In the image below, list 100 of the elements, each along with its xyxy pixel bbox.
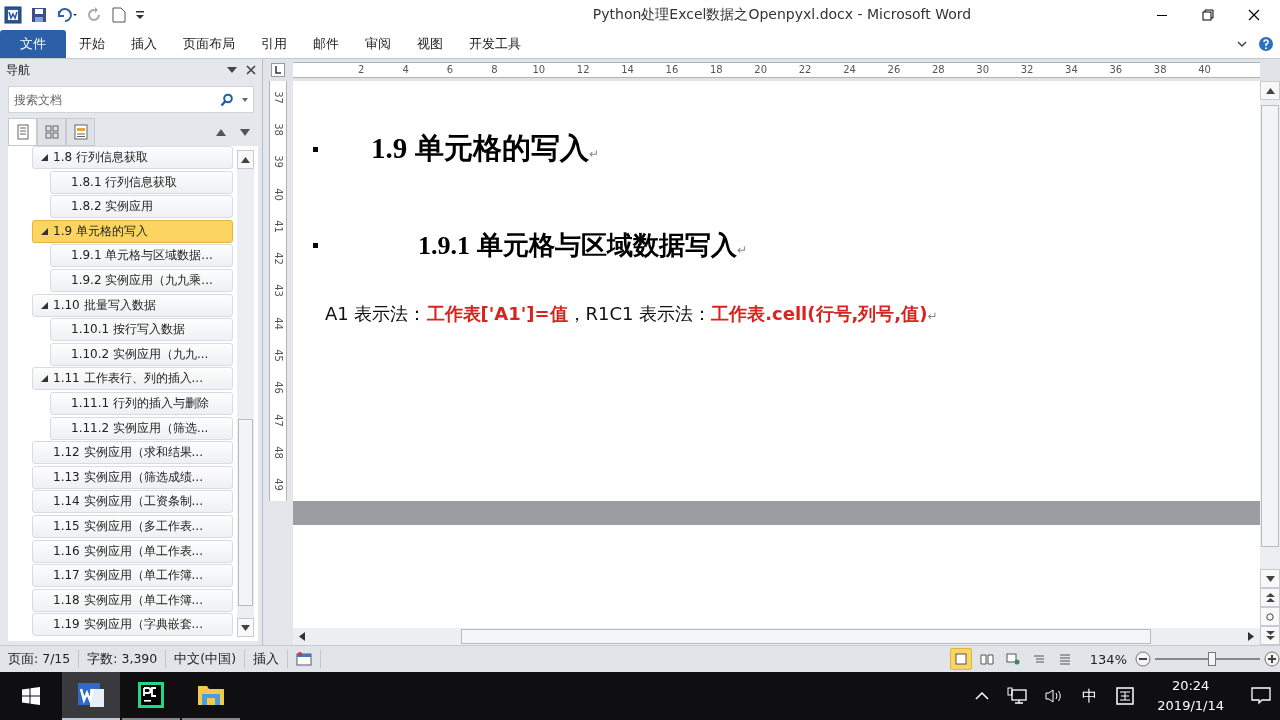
print-view-icon[interactable] <box>953 653 968 665</box>
scroll-up-icon[interactable] <box>241 156 250 163</box>
heading-item[interactable]: 1.13 实例应用（筛选成绩... <box>32 465 233 489</box>
heading-item[interactable]: 1.8.2 实例应用 <box>50 195 233 219</box>
view-button[interactable] <box>949 648 972 670</box>
expand-triangle-icon[interactable] <box>41 375 48 383</box>
heading-item[interactable]: 1.8 行列信息获取 <box>32 146 233 169</box>
heading-item[interactable]: 1.19 实例应用（字典嵌套... <box>32 613 233 637</box>
browse-object-icon[interactable] <box>1266 612 1274 621</box>
zoom-out-icon[interactable] <box>1135 651 1151 667</box>
folder-app-icon[interactable] <box>197 683 225 707</box>
ruler-number: 12 <box>575 63 591 77</box>
file-tab[interactable]: 文件 <box>0 30 66 58</box>
ruler-number: 22 <box>797 63 813 77</box>
undo-icon[interactable] <box>56 7 78 23</box>
reading-view-icon[interactable] <box>979 653 994 665</box>
windows-logo-icon[interactable] <box>22 687 40 705</box>
zoom-level[interactable]: 134% <box>1089 651 1127 667</box>
volume-icon[interactable] <box>1045 688 1064 704</box>
slider-thumb[interactable] <box>1207 652 1216 666</box>
insert-mode[interactable]: 插入 <box>245 650 288 668</box>
web-view-icon[interactable] <box>1005 653 1020 665</box>
bullet-mark <box>313 242 318 248</box>
search-field[interactable]: 搜索文档 <box>8 86 254 113</box>
ruler-number: 42 <box>272 252 284 265</box>
vertical-ruler[interactable]: 37 38 39 40 41 42 43 44 45 46 47 48 49 <box>269 81 287 501</box>
heading-item[interactable]: 1.11.2 实例应用（筛选... <box>50 416 233 440</box>
heading-item[interactable]: 1.9 单元格的写入 <box>32 219 233 243</box>
help-icon[interactable] <box>1258 36 1274 52</box>
expand-triangle-icon[interactable] <box>41 227 48 235</box>
expand-triangle-icon[interactable] <box>41 154 48 161</box>
word-app-icon[interactable] <box>76 681 106 709</box>
ruler-number: 37 <box>272 90 284 104</box>
word-logo-icon[interactable] <box>4 6 22 24</box>
ruler-number: 45 <box>272 349 284 362</box>
customize-menu-icon[interactable] <box>135 8 145 22</box>
ribbon-tab[interactable]: 页面布局 <box>170 30 248 58</box>
language-indicator[interactable]: 中文(中国) <box>166 650 245 668</box>
notification-icon[interactable] <box>1251 687 1271 705</box>
previous-page-icon[interactable] <box>1265 593 1275 602</box>
previous-heading-icon[interactable] <box>216 128 226 136</box>
heading-item[interactable]: 1.10 批量写入数据 <box>32 293 233 317</box>
collapse-ribbon-icon[interactable] <box>1236 39 1248 49</box>
heading-item[interactable]: 1.15 实例应用（多工作表... <box>32 514 233 538</box>
horizontal-ruler[interactable]: 2 4 6 8 10 12 14 16 18 20 22 24 26 28 30 32 34 36 38 40 <box>293 62 1260 78</box>
next-heading-icon[interactable] <box>240 128 250 136</box>
scrollbar[interactable] <box>237 150 254 637</box>
grid-icon[interactable] <box>44 125 59 139</box>
heading-item[interactable]: 1.9.2 实例应用（九九乘... <box>50 268 233 292</box>
ribbon-tab[interactable]: 引用 <box>248 30 300 58</box>
scrollbar[interactable] <box>293 628 1260 645</box>
ribbon-tab[interactable]: 开发工具 <box>456 30 534 58</box>
heading-item[interactable]: 1.11.1 行列的插入与删除 <box>50 391 233 415</box>
save-icon[interactable] <box>31 7 47 23</box>
search-icon[interactable] <box>220 93 234 107</box>
heading-item[interactable]: 1.9.1 单元格与区域数据... <box>50 244 233 268</box>
scroll-up-icon[interactable] <box>1265 87 1275 94</box>
new-document-icon[interactable] <box>112 7 126 23</box>
close-icon[interactable] <box>246 65 256 75</box>
zoom-in-icon[interactable] <box>1264 651 1280 667</box>
list-icon[interactable] <box>73 124 88 140</box>
tab-selector-icon[interactable] <box>271 63 285 77</box>
ribbon-tab[interactable]: 邮件 <box>300 30 352 58</box>
clock-time[interactable]: 20:24 <box>1171 676 1210 696</box>
clock-date[interactable]: 2019/1/14 <box>1157 696 1224 716</box>
ruler-number: 34 <box>1064 63 1079 77</box>
ruler-number: 39 <box>272 155 284 169</box>
dropdown-icon[interactable] <box>242 98 248 102</box>
heading-item[interactable]: 1.18 实例应用（单工作簿... <box>32 588 233 612</box>
restore-icon[interactable] <box>1202 9 1214 21</box>
close-icon[interactable] <box>1248 9 1260 21</box>
heading-item[interactable]: 1.10.2 实例应用（九九... <box>50 342 233 366</box>
input-method-indicator[interactable]: 中 <box>1082 686 1098 706</box>
heading-item[interactable]: 1.16 实例应用（单工作表... <box>32 539 233 563</box>
heading-item[interactable]: 1.10.1 按行写入数据 <box>50 318 233 342</box>
network-icon[interactable] <box>1007 687 1028 705</box>
word-count[interactable]: 字数: 3,390 <box>79 650 167 668</box>
taskbar-button[interactable] <box>62 672 120 720</box>
heading-item[interactable]: 1.8.1 行列信息获取 <box>50 170 233 194</box>
ruler-number: 38 <box>1152 63 1168 77</box>
ribbon-tab[interactable]: 视图 <box>404 30 456 58</box>
heading-item[interactable]: 1.11 工作表行、列的插入... <box>32 367 233 391</box>
ribbon-tab[interactable]: 插入 <box>118 30 170 58</box>
pane-options-icon[interactable] <box>227 66 237 74</box>
ruler-number: 38 <box>272 123 284 136</box>
scrollbar[interactable] <box>1260 81 1280 645</box>
heading-item[interactable]: 1.12 实例应用（求和结果... <box>32 441 233 465</box>
chevron-up-icon[interactable] <box>975 691 990 701</box>
scroll-down-icon[interactable] <box>1265 575 1275 582</box>
keyboard-layout-icon[interactable] <box>1116 687 1135 705</box>
expand-triangle-icon[interactable] <box>41 301 48 309</box>
ribbon-tab[interactable]: 审阅 <box>352 30 404 58</box>
code-editor-app-icon[interactable] <box>138 682 164 708</box>
heading-item[interactable]: 1.14 实例应用（工资条制... <box>32 490 233 514</box>
next-page-icon[interactable] <box>1265 631 1275 640</box>
page-count[interactable]: 页面: 7/15 <box>0 650 80 668</box>
heading-item[interactable]: 1.17 实例应用（单工作簿... <box>32 564 233 588</box>
ribbon-tab[interactable]: 开始 <box>66 30 118 58</box>
macro-icon[interactable] <box>296 652 312 666</box>
scroll-down-icon[interactable] <box>241 624 250 631</box>
